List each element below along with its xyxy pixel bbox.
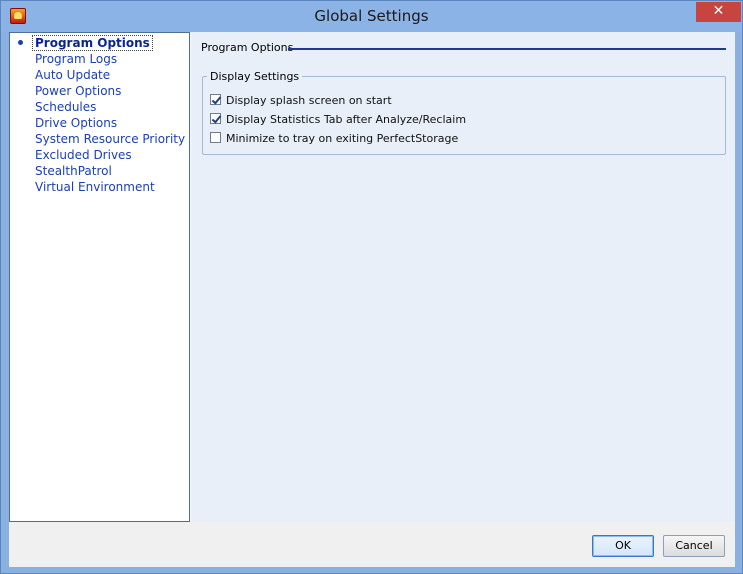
settings-content-pane: Program Options Display Settings Display… (192, 32, 735, 522)
close-button[interactable]: ✕ (696, 2, 741, 22)
nav-item-program-options[interactable]: Program Options (10, 35, 189, 51)
title-bar[interactable]: Global Settings ✕ (1, 1, 742, 32)
nav-item-auto-update[interactable]: Auto Update (10, 67, 189, 83)
selected-bullet-icon (18, 40, 23, 45)
window-title: Global Settings (314, 7, 429, 25)
nav-item-schedules[interactable]: Schedules (10, 99, 189, 115)
settings-nav-pane: Program Options Program Logs Auto Update… (9, 32, 190, 522)
nav-item-label: Schedules (35, 100, 97, 114)
cancel-button[interactable]: Cancel (663, 535, 725, 557)
group-label: Display Settings (207, 70, 303, 83)
nav-item-stealthpatrol[interactable]: StealthPatrol (10, 163, 189, 179)
splash-screen-checkbox[interactable] (210, 94, 221, 105)
nav-item-label: StealthPatrol (35, 164, 112, 178)
statistics-tab-checkbox[interactable] (210, 113, 221, 124)
minimize-to-tray-checkbox[interactable] (210, 132, 221, 143)
ok-button[interactable]: OK (592, 535, 654, 557)
section-title: Program Options (201, 41, 294, 54)
nav-item-power-options[interactable]: Power Options (10, 83, 189, 99)
nav-item-label: Auto Update (35, 68, 111, 82)
nav-item-label: Excluded Drives (35, 148, 132, 162)
nav-item-label: Virtual Environment (35, 180, 155, 194)
statistics-tab-option[interactable]: Display Statistics Tab after Analyze/Rec… (210, 113, 466, 127)
nav-item-drive-options[interactable]: Drive Options (10, 115, 189, 131)
option-label: Minimize to tray on exiting PerfectStora… (226, 132, 459, 145)
close-icon: ✕ (712, 3, 725, 19)
settings-nav-list: Program Options Program Logs Auto Update… (10, 35, 189, 195)
option-label: Display splash screen on start (226, 94, 392, 107)
nav-item-system-resource-priority[interactable]: System Resource Priority (10, 131, 189, 147)
nav-item-label: System Resource Priority (35, 132, 186, 146)
nav-item-excluded-drives[interactable]: Excluded Drives (10, 147, 189, 163)
nav-item-label: Drive Options (35, 116, 118, 130)
dialog-footer: OK Cancel (9, 522, 735, 567)
global-settings-window: Global Settings ✕ Program Options Progra… (0, 0, 743, 574)
splash-screen-option[interactable]: Display splash screen on start (210, 94, 392, 108)
nav-item-virtual-environment[interactable]: Virtual Environment (10, 179, 189, 195)
dialog-client-area: Program Options Program Logs Auto Update… (9, 32, 735, 567)
option-label: Display Statistics Tab after Analyze/Rec… (226, 113, 467, 126)
section-divider (288, 48, 726, 50)
nav-item-label: Program Options (32, 35, 153, 51)
nav-item-label: Power Options (35, 84, 122, 98)
minimize-to-tray-option[interactable]: Minimize to tray on exiting PerfectStora… (210, 132, 458, 146)
nav-item-program-logs[interactable]: Program Logs (10, 51, 189, 67)
nav-item-label: Program Logs (35, 52, 118, 66)
